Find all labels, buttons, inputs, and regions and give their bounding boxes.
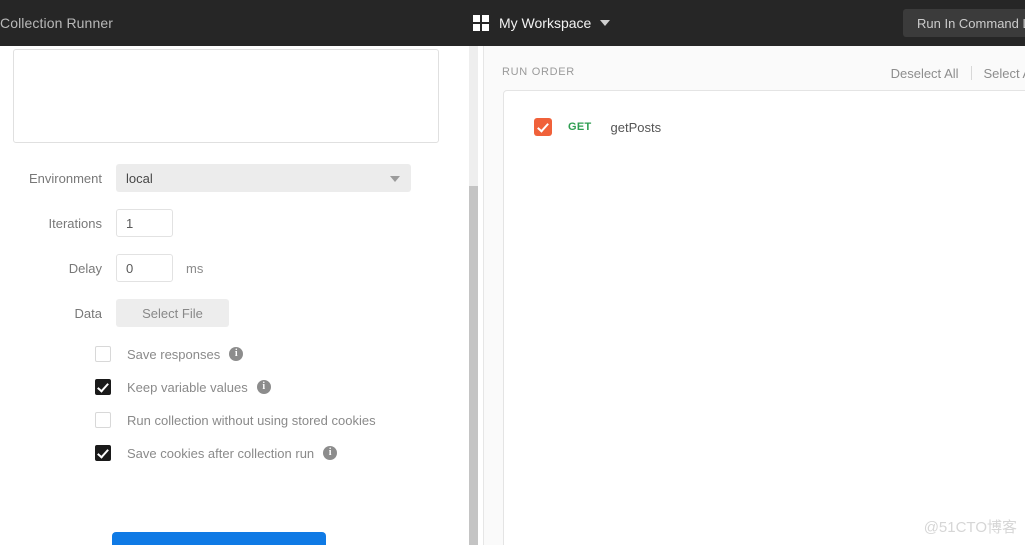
info-icon[interactable]: i <box>323 446 338 460</box>
grid-icon <box>473 15 489 31</box>
workspace-selector[interactable]: My Workspace <box>473 12 611 34</box>
watermark: @51CTO博客 <box>923 519 1017 536</box>
checkbox-save-responses[interactable] <box>95 346 111 362</box>
environment-row: Environment local <box>0 164 411 192</box>
select-file-button[interactable]: Select File <box>116 299 229 327</box>
checkbox-save-cookies[interactable] <box>95 445 111 461</box>
run-order-panel: RUN ORDER Deselect All Select All GET ge… <box>483 46 1025 545</box>
page-title: Collection Runner <box>0 15 113 31</box>
request-method: GET <box>568 121 592 133</box>
checkbox-keep-variable-values[interactable] <box>95 379 111 395</box>
workspace-name: My Workspace <box>499 15 592 31</box>
option-label: Save responses <box>127 346 221 362</box>
request-name: getPosts <box>610 119 662 135</box>
checkbox-request-getposts[interactable] <box>534 118 552 136</box>
info-icon[interactable]: i <box>256 380 271 394</box>
deselect-all-button[interactable]: Deselect All <box>891 66 959 81</box>
option-keep-variable-values[interactable]: Keep variable values i <box>95 377 271 397</box>
data-label: Data <box>74 305 102 321</box>
app-header: Collection Runner My Workspace Run In Co… <box>0 0 1025 46</box>
option-save-responses[interactable]: Save responses i <box>95 344 244 364</box>
action-divider <box>970 66 972 80</box>
left-panel-scrollbar-thumb[interactable] <box>469 186 478 545</box>
run-order-title: RUN ORDER <box>502 66 575 78</box>
chevron-down-icon <box>390 176 400 182</box>
delay-label: Delay <box>68 260 102 276</box>
environment-select[interactable]: local <box>116 164 411 192</box>
run-in-command-line-button[interactable]: Run In Command Line <box>903 9 1025 37</box>
delay-input[interactable] <box>116 254 173 282</box>
option-label: Save cookies after collection run <box>127 445 315 461</box>
run-order-actions: Deselect All Select All <box>891 65 1025 81</box>
request-list-item[interactable]: GET getPosts <box>534 116 661 138</box>
run-order-list-card: GET getPosts <box>503 90 1025 545</box>
option-save-cookies[interactable]: Save cookies after collection run i <box>95 443 338 463</box>
option-run-without-cookies[interactable]: Run collection without using stored cook… <box>95 410 376 430</box>
iterations-input[interactable] <box>116 209 173 237</box>
checkbox-run-without-cookies[interactable] <box>95 412 111 428</box>
chevron-down-icon <box>600 20 611 26</box>
select-all-button[interactable]: Select All <box>984 66 1025 81</box>
delay-row: Delay ms <box>0 254 203 282</box>
option-label: Keep variable values <box>127 379 248 395</box>
environment-label: Environment <box>29 170 102 186</box>
iterations-row: Iterations <box>0 209 173 237</box>
option-label: Run collection without using stored cook… <box>127 412 376 428</box>
run-collection-button[interactable]: Run ServerTest <box>112 532 326 545</box>
iterations-label: Iterations <box>48 215 102 231</box>
environment-value: local <box>126 170 153 186</box>
data-row: Data Select File <box>0 299 229 327</box>
runner-settings-panel: Environment local Iterations Delay ms Da… <box>0 46 468 545</box>
info-icon[interactable]: i <box>229 347 244 361</box>
delay-unit-label: ms <box>186 260 204 276</box>
collection-preview-box <box>13 49 439 143</box>
